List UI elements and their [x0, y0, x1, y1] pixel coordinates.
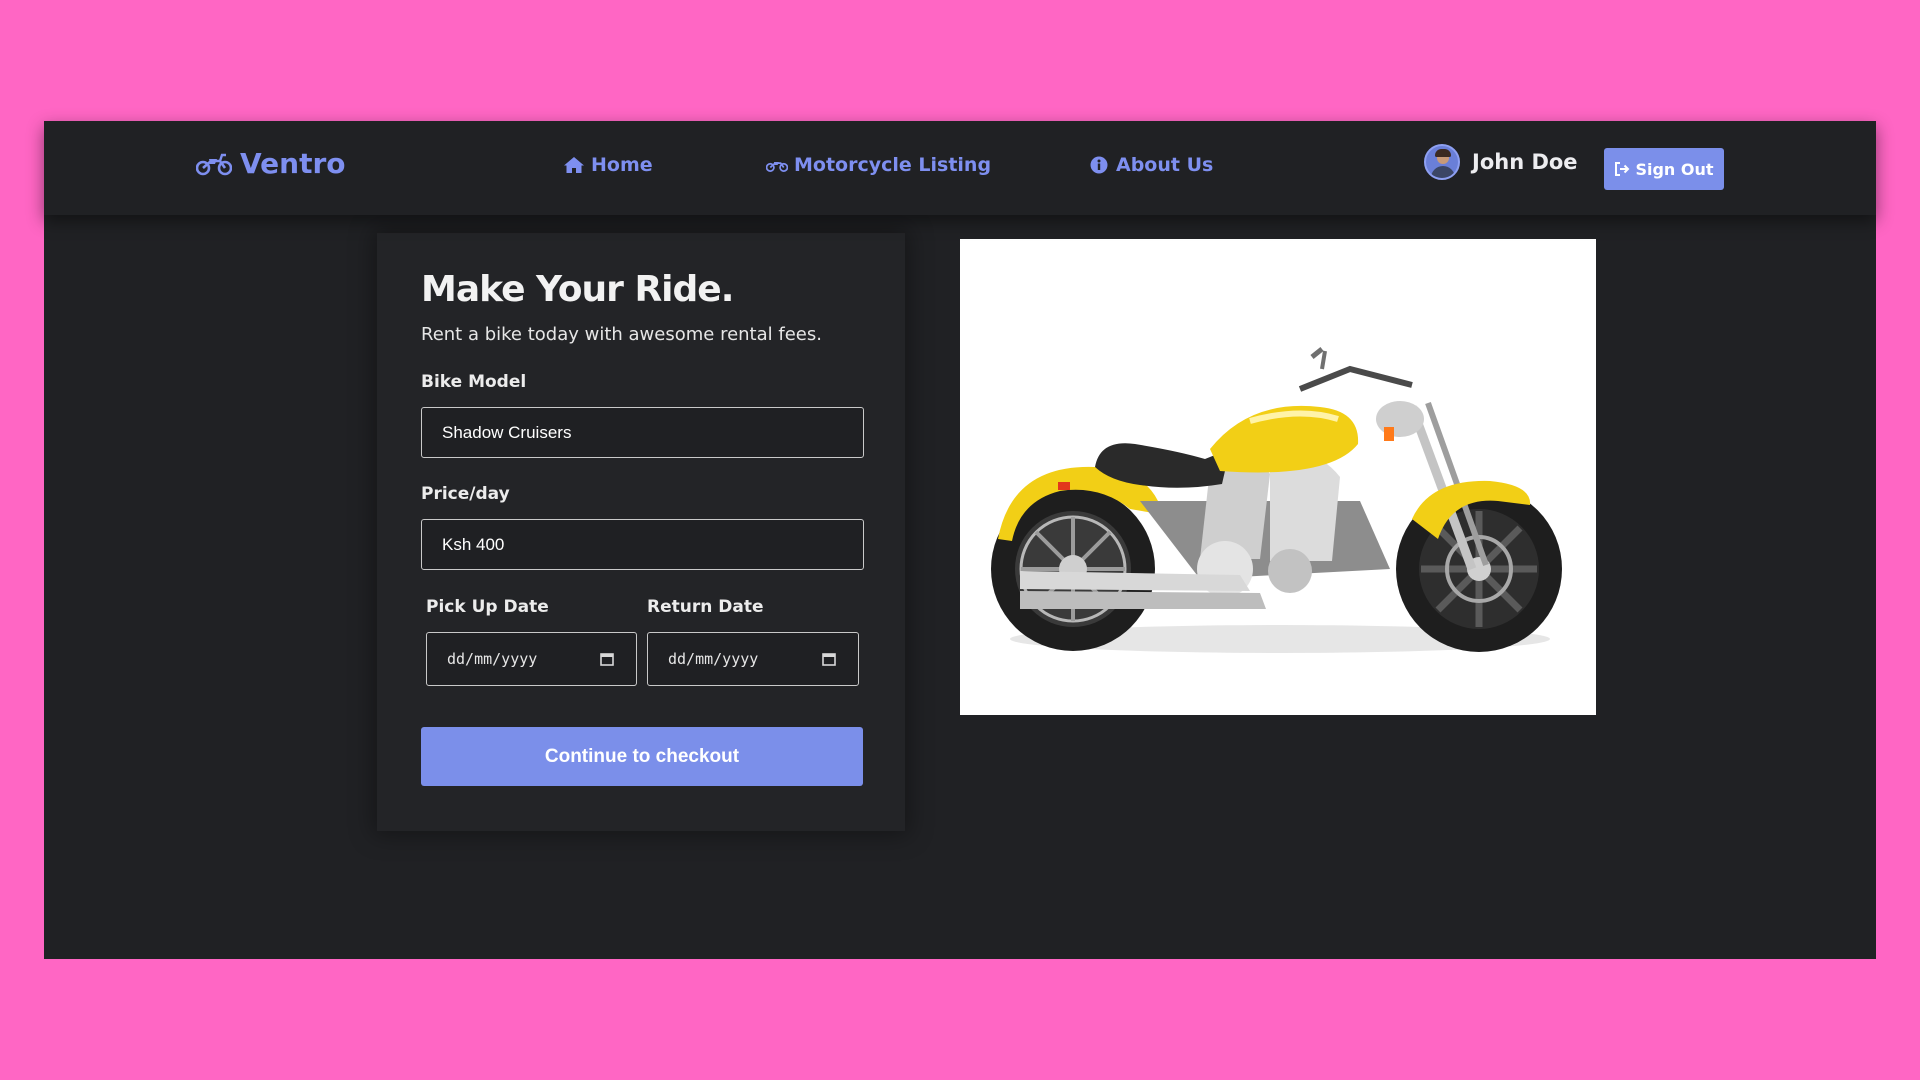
nav-link-label: Motorcycle Listing — [794, 154, 992, 176]
motorcycle-icon — [766, 161, 788, 172]
bike-model-input[interactable] — [421, 407, 864, 458]
date-placeholder: dd/mm/yyyy — [447, 650, 538, 668]
nav-link-about-us[interactable]: About Us — [1088, 154, 1213, 176]
info-icon — [1090, 156, 1108, 174]
nav-link-label: Home — [591, 154, 653, 176]
calendar-icon[interactable] — [822, 652, 836, 666]
user-profile[interactable]: John Doe — [1424, 144, 1578, 180]
brand-name: Ventro — [240, 147, 346, 180]
pickup-date-input[interactable]: dd/mm/yyyy — [426, 632, 637, 686]
sign-out-label: Sign Out — [1635, 159, 1714, 179]
return-date-input[interactable]: dd/mm/yyyy — [647, 632, 859, 686]
motorcycle-image — [960, 239, 1596, 715]
date-placeholder: dd/mm/yyyy — [668, 650, 759, 668]
sign-out-icon — [1615, 162, 1630, 176]
return-date-label: Return Date — [647, 597, 764, 617]
nav-link-label: About Us — [1116, 154, 1214, 176]
continue-to-checkout-button[interactable]: Continue to checkout — [421, 727, 863, 786]
price-input[interactable] — [421, 519, 864, 570]
bike-model-label: Bike Model — [421, 372, 527, 392]
pickup-date-label: Pick Up Date — [426, 597, 549, 617]
app-window: Ventro Home Motorcycle Listing About Us … — [44, 121, 1876, 959]
page-subtitle: Rent a bike today with awesome rental fe… — [421, 324, 822, 345]
price-label: Price/day — [421, 484, 510, 504]
calendar-icon[interactable] — [600, 652, 614, 666]
page-title: Make Your Ride. — [421, 269, 734, 310]
brand-logo[interactable]: Ventro — [196, 147, 346, 180]
sign-out-button[interactable]: Sign Out — [1604, 148, 1724, 190]
top-navbar: Ventro Home Motorcycle Listing About Us … — [44, 121, 1876, 215]
home-icon — [564, 157, 584, 173]
motorcycle-icon — [196, 153, 232, 175]
nav-link-home[interactable]: Home — [563, 154, 653, 176]
user-name: John Doe — [1472, 150, 1578, 174]
nav-link-motorcycle-listing[interactable]: Motorcycle Listing — [766, 154, 991, 176]
avatar — [1424, 144, 1460, 180]
